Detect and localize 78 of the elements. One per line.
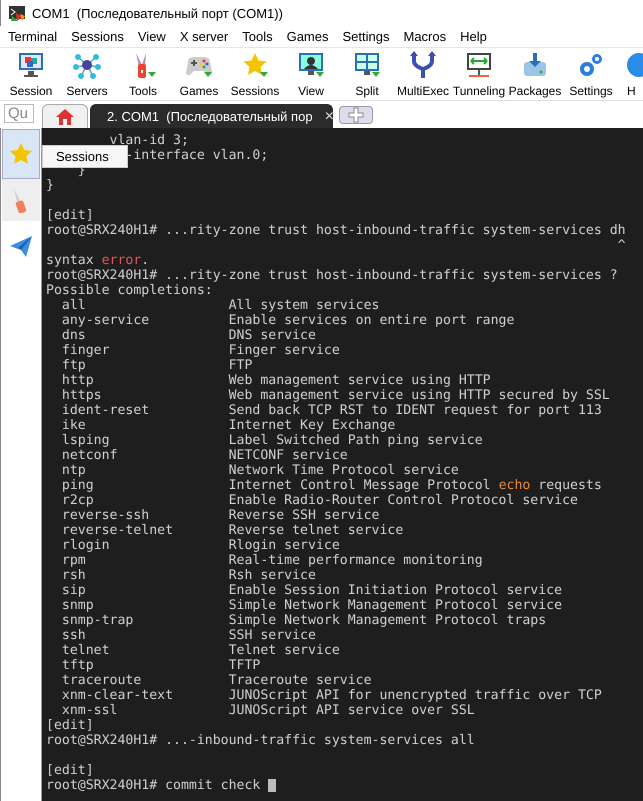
terminal-line: lsping Label Switched Path ping service [62, 433, 483, 448]
terminal-line: rpm Real-time performance monitoring [62, 553, 483, 568]
terminal-line: any-service Enable services on entire port range [62, 313, 514, 328]
toolbar-button[interactable]: Sessions [227, 48, 283, 100]
terminal-line: syntax error. [46, 253, 150, 268]
terminal-line: [edit] [46, 208, 94, 223]
toolbar-button[interactable]: MultiExec [395, 48, 451, 100]
menu-item[interactable]: Macros [397, 29, 452, 44]
plus-icon [348, 107, 364, 123]
menu-item[interactable]: Terminal [2, 29, 64, 44]
quick-connect-field[interactable]: Qu [4, 104, 34, 122]
terminal-line: rsh Rsh service [62, 568, 316, 583]
terminal-line: [edit] [46, 718, 94, 733]
terminal-line: ntp Network Time Protocol service [62, 463, 459, 478]
tab[interactable] [42, 104, 88, 128]
terminal-line: https Web management service using HTTP secured by SSL [62, 388, 610, 403]
terminal-line: -interface vlan.0; [125, 148, 268, 163]
terminal-line: all All system services [62, 298, 380, 313]
toolbar-button[interactable]: Split [339, 48, 395, 100]
toolbar-button[interactable]: H [619, 48, 643, 100]
terminal-line: vlan-id 3; [110, 133, 189, 148]
terminal-line: snmp-trap Simple Network Management Protocol traps [62, 613, 546, 628]
terminal-line: root@SRX240H1# ...rity-zone trust host-inbound-traffic system-services ? [46, 268, 618, 283]
tab-title: 2. COM1 (Последовательный пор [107, 109, 313, 124]
toolbar-button[interactable]: Servers [59, 48, 115, 100]
terminal-line: root@SRX240H1# ...-inbound-traffic system-services all [46, 733, 475, 748]
toolbar-button[interactable]: Session [3, 48, 59, 100]
terminal-line: [edit] [46, 763, 94, 778]
paper-plane-icon [8, 233, 34, 259]
menu-item[interactable]: Help [454, 29, 493, 44]
tooltip: Sessions [42, 145, 128, 168]
tab[interactable]: 2. COM1 (Последовательный пор × [90, 104, 333, 128]
tab[interactable] [339, 106, 373, 124]
terminal-line: r2cp Enable Radio-Router Control Protocol service [62, 493, 578, 508]
terminal-line: Possible completions: [46, 283, 213, 298]
toolbar-button[interactable]: View [283, 48, 339, 100]
close-button[interactable]: × [324, 108, 334, 126]
terminal-line: dns DNS service [62, 328, 316, 343]
terminal-line: ftp FTP [62, 358, 252, 373]
terminal-line: xnm-ssl JUNOScript API service over SSL [62, 703, 475, 718]
menu-item[interactable]: Sessions [65, 29, 130, 44]
terminal-line: ident-reset Send back TCP RST to IDENT request for port 113 [62, 403, 602, 418]
terminal-line: rlogin Rlogin service [62, 538, 340, 553]
toolbar-button[interactable]: Games [171, 48, 227, 100]
toolbar-button[interactable]: Tunneling [451, 48, 507, 100]
terminal-line: traceroute Traceroute service [62, 673, 372, 688]
home-icon [55, 107, 75, 126]
menu-item[interactable]: Settings [336, 29, 396, 44]
terminal-line: snmp Simple Network Management Protocol service [62, 598, 562, 613]
terminal-line: ike Internet Key Exchange [62, 418, 396, 433]
terminal-line: tftp TFTP [62, 658, 260, 673]
terminal-line: http Web management service using HTTP [62, 373, 491, 388]
terminal-line: reverse-telnet Reverse telnet service [62, 523, 404, 538]
terminal-line: } [46, 178, 54, 193]
terminal-line: netconf NETCONF service [62, 448, 348, 463]
terminal-line: root@SRX240H1# commit check [46, 778, 262, 793]
menu-item[interactable]: Games [280, 29, 334, 44]
window-title: COM1 (Последовательный порт (COM1)) [32, 6, 283, 20]
terminal-line: ^ [618, 238, 626, 253]
menu-item[interactable]: X server [174, 29, 234, 44]
terminal-line: reverse-ssh Reverse SSH service [62, 508, 380, 523]
terminal-line: ssh SSH service [62, 628, 316, 643]
terminal-line: root@SRX240H1# ...rity-zone trust host-inbound-traffic system-services dh [46, 223, 626, 238]
tunnel-icon [464, 50, 494, 80]
terminal-line: sip Enable Session Initiation Protocol service [62, 583, 562, 598]
toolbar-button[interactable]: Settings [563, 48, 619, 100]
toolbar-button[interactable]: Tools [115, 48, 171, 100]
terminal-line: telnet Telnet service [62, 643, 340, 658]
app-logo-icon [8, 4, 26, 22]
toolbar-button[interactable]: Packages [507, 48, 563, 100]
terminal-line: xnm-clear-text JUNOScript API for unencrypted traffic over TCP [62, 688, 602, 703]
fork-icon [408, 50, 438, 80]
sidebar-button[interactable] [2, 179, 40, 221]
monitor-icon [16, 50, 46, 80]
terminal-line: finger Finger service [62, 343, 340, 358]
terminal-line: ping Internet Control Message Protocol echo requests [60, 478, 602, 493]
menu-item[interactable]: Tools [236, 29, 279, 44]
menu-item[interactable]: View [132, 29, 172, 44]
